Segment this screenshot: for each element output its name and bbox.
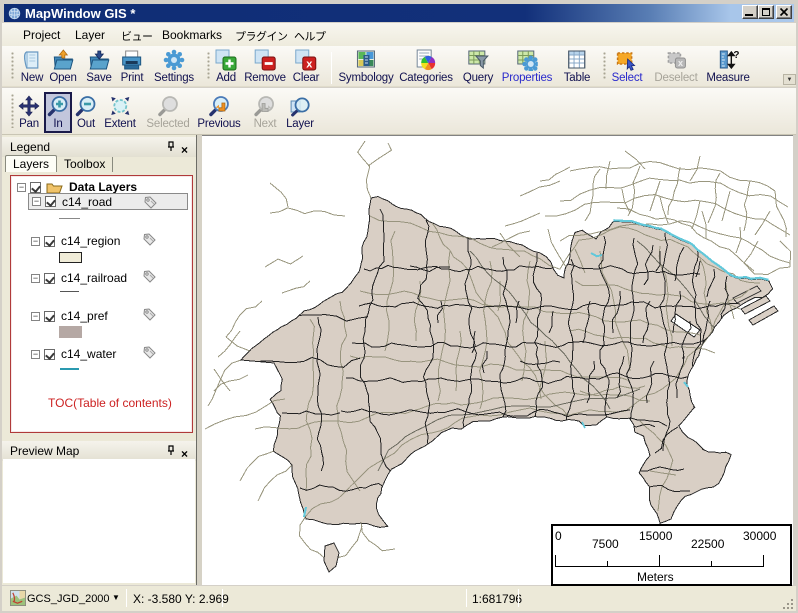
- svg-text:?: ?: [733, 50, 739, 61]
- svg-text:x: x: [678, 58, 683, 68]
